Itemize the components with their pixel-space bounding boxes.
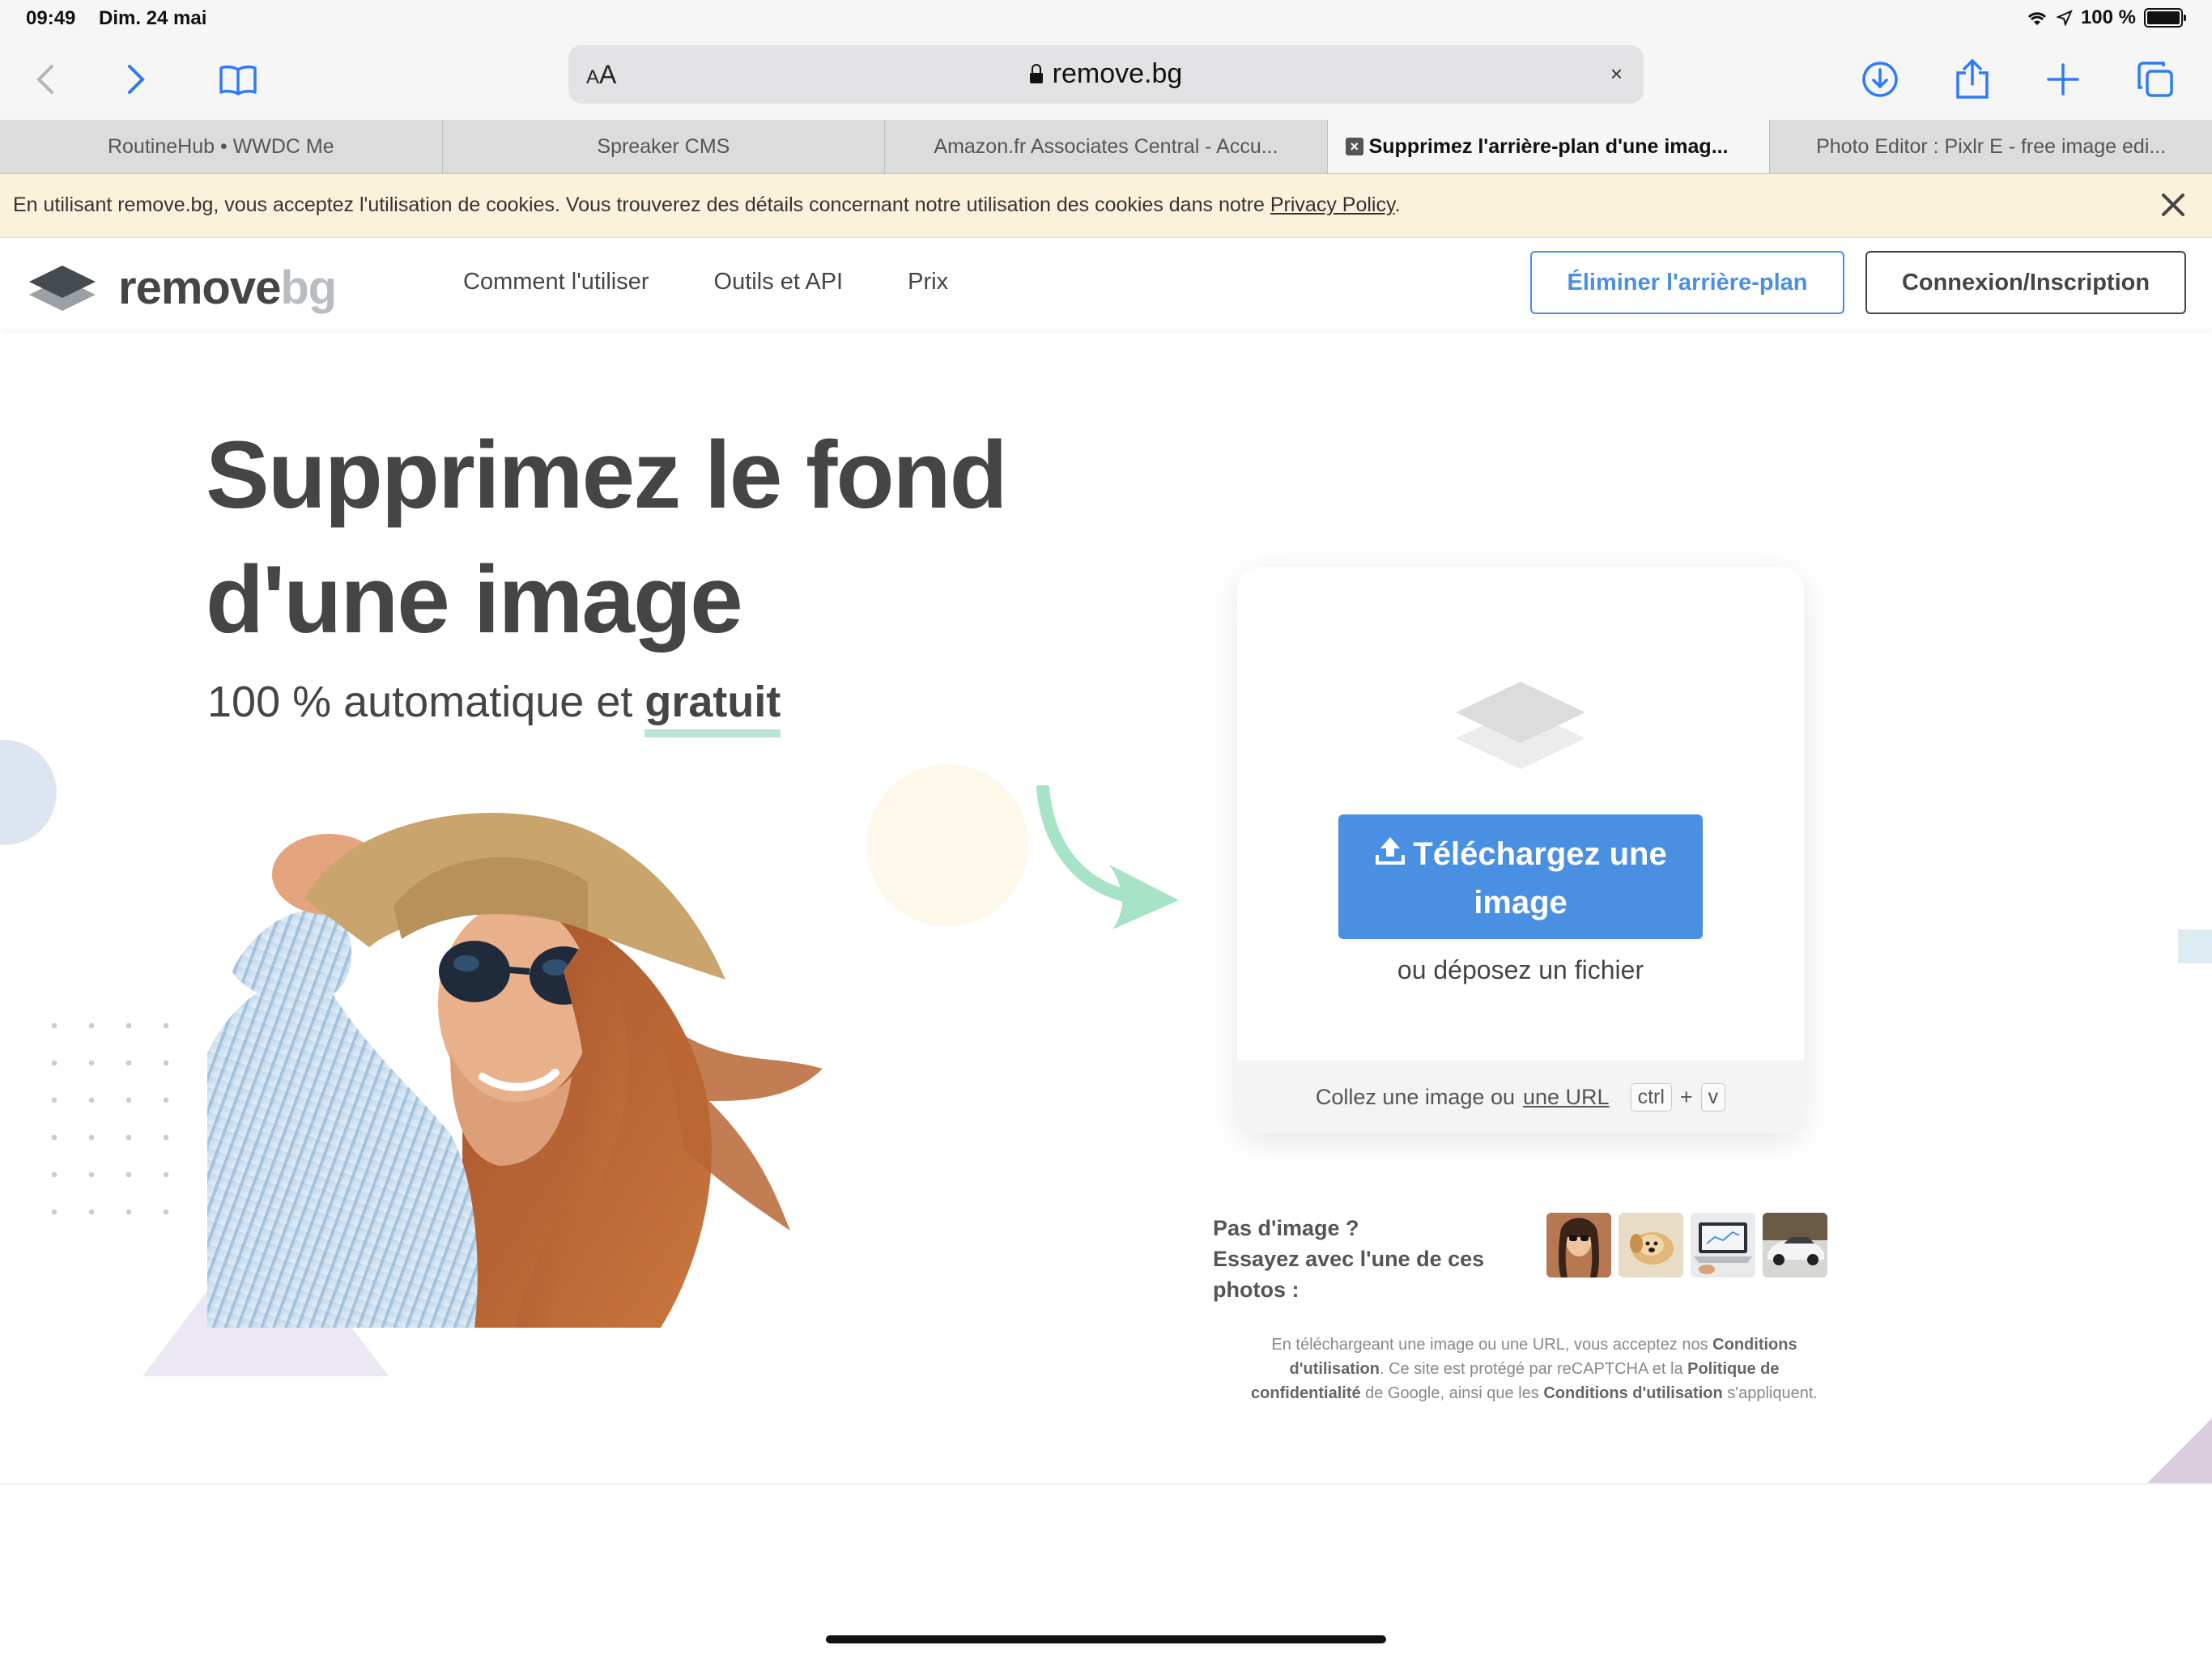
decor-circle [866,764,1028,926]
sample-images-label: Pas d'image ? Essayez avec l'une de ces … [1213,1213,1484,1305]
sample-laptop-thumb[interactable] [1691,1213,1755,1278]
main-nav: Comment l'utiliser Outils et API Prix [463,269,948,295]
share-icon[interactable] [1946,53,1998,105]
ios-status-bar: 09:49 Dim. 24 mai 100 % [0,0,2212,39]
sample-images [1546,1213,1827,1278]
nav-tools-api[interactable]: Outils et API [714,269,844,295]
hero-subtitle-text: 100 % automatique et [207,678,645,726]
cookie-banner: En utilisant remove.bg, vous acceptez l'… [0,174,2212,238]
hero-subtitle: 100 % automatique et gratuit [207,677,781,727]
sample-dog-thumb[interactable] [1619,1213,1683,1278]
key-ctrl: ctrl [1630,1082,1672,1112]
close-icon[interactable] [2157,189,2189,221]
status-icons: 100 % [2026,6,2186,29]
paste-text: Collez une image ou [1315,1084,1515,1109]
privacy-policy-link[interactable]: Privacy Policy [1270,193,1395,216]
site-header: removebg Comment l'utiliser Outils et AP… [0,238,2212,329]
forward-icon[interactable] [110,53,162,105]
sample-label-line3: photos : [1213,1278,1300,1302]
logo-layers-icon [29,265,96,311]
tab-amazon[interactable]: Amazon.fr Associates Central - Accu... [885,120,1328,173]
tabs-overview-icon[interactable] [2129,53,2181,105]
section-divider [0,1483,2212,1485]
nav-pricing[interactable]: Prix [908,269,948,295]
address-text: remove.bg [1052,58,1183,89]
upload-layers-icon [1456,682,1585,769]
sample-label-line2: Essayez avec l'une de ces [1213,1247,1485,1271]
logo-word-primary: remove [118,261,281,314]
tab-spreaker[interactable]: Spreaker CMS [443,120,886,173]
battery-icon [2144,8,2186,28]
battery-percent: 100 % [2080,6,2136,28]
wifi-icon [2027,12,2047,25]
upload-icon [1374,832,1406,879]
sample-car-thumb[interactable] [1763,1213,1827,1278]
curved-arrow-icon [1036,785,1179,929]
address-bar[interactable]: AA remove.bg × [568,45,1644,104]
removebg-logo[interactable]: removebg [28,261,337,315]
key-plus: + [1679,1084,1693,1109]
drop-file-text: ou déposez un fichier [1397,955,1644,984]
browser-toolbar: AA remove.bg × [0,39,2212,120]
location-icon [2056,10,2073,26]
upload-card: Téléchargez une image ou déposez un fich… [1237,567,1804,1133]
legal-text-2: . Ce site est protégé par reCAPTCHA et l… [1379,1360,1688,1378]
cookie-message: En utilisant remove.bg, vous acceptez l'… [13,193,1401,217]
date: Dim. 24 mai [99,7,207,29]
legal-text-4: s'appliquent. [1722,1384,1818,1402]
sample-label-line1: Pas d'image ? [1213,1216,1359,1240]
sample-woman-thumb[interactable] [1546,1213,1611,1278]
remove-background-button[interactable]: Éliminer l'arrière-plan [1530,251,1844,314]
google-terms-link[interactable]: Conditions d'utilisation [1543,1384,1722,1402]
bookmarks-icon[interactable] [212,53,264,105]
decor-square-right [2178,929,2212,963]
paste-area: Collez une image ou une URL ctrl + v [1237,1061,1804,1133]
hero-subtitle-highlight: gratuit [644,678,781,726]
nav-how-to[interactable]: Comment l'utiliser [463,269,649,295]
legal-text-3: de Google, ainsi que les [1360,1384,1544,1402]
logo-word-secondary: bg [280,261,337,314]
legal-text-1: En téléchargeant une image ou une URL, v… [1271,1336,1713,1354]
upload-button-label-1: Téléchargez une [1413,836,1667,872]
hero-title-line2: d'une image [206,546,743,653]
upload-image-button[interactable]: Téléchargez une image [1338,814,1703,939]
stop-loading-icon[interactable]: × [1610,62,1623,87]
clock: 09:49 [26,7,76,29]
lock-icon [1029,64,1043,83]
cookie-text-end: . [1394,193,1401,216]
decor-dot-grid [36,1007,198,1242]
close-tab-icon[interactable]: × [1345,138,1363,155]
decor-circle-left [0,740,57,845]
tab-title: Supprimez l'arrière-plan d'une imag... [1368,134,1729,158]
tab-bar: RoutineHub • WWDC Me Spreaker CMS Amazon… [0,120,2212,174]
address-text-wrapper: remove.bg [568,58,1644,90]
back-icon[interactable] [19,53,71,105]
decor-triangle-right [2147,1418,2212,1483]
hero-title: Supprimez le fond d'une image [206,413,1008,662]
key-v: v [1700,1082,1726,1112]
new-tab-icon[interactable] [2037,53,2089,105]
downloads-icon[interactable] [1854,53,1906,105]
home-indicator[interactable] [826,1635,1386,1643]
hero-title-line1: Supprimez le fond [206,422,1008,529]
cookie-text: En utilisant remove.bg, vous acceptez l'… [13,193,1270,216]
tab-removebg[interactable]: × Supprimez l'arrière-plan d'une imag... [1327,120,1771,173]
paste-url-link[interactable]: une URL [1523,1085,1610,1110]
tab-pixlr[interactable]: Photo Editor : Pixlr E - free image edi.… [1770,120,2212,173]
tab-title: Photo Editor : Pixlr E - free image edi.… [1816,134,2167,158]
tab-title: Spreaker CMS [597,134,730,158]
legal-notice: En téléchargeant une image ou une URL, v… [1239,1333,1830,1405]
upload-button-label-2: image [1474,885,1568,921]
login-signup-button[interactable]: Connexion/Inscription [1865,251,2186,314]
tab-routinehub[interactable]: RoutineHub • WWDC Me [0,120,443,173]
hero-woman-photo [207,813,823,1328]
tab-title: Amazon.fr Associates Central - Accu... [934,134,1278,158]
tab-title: RoutineHub • WWDC Me [107,134,334,158]
